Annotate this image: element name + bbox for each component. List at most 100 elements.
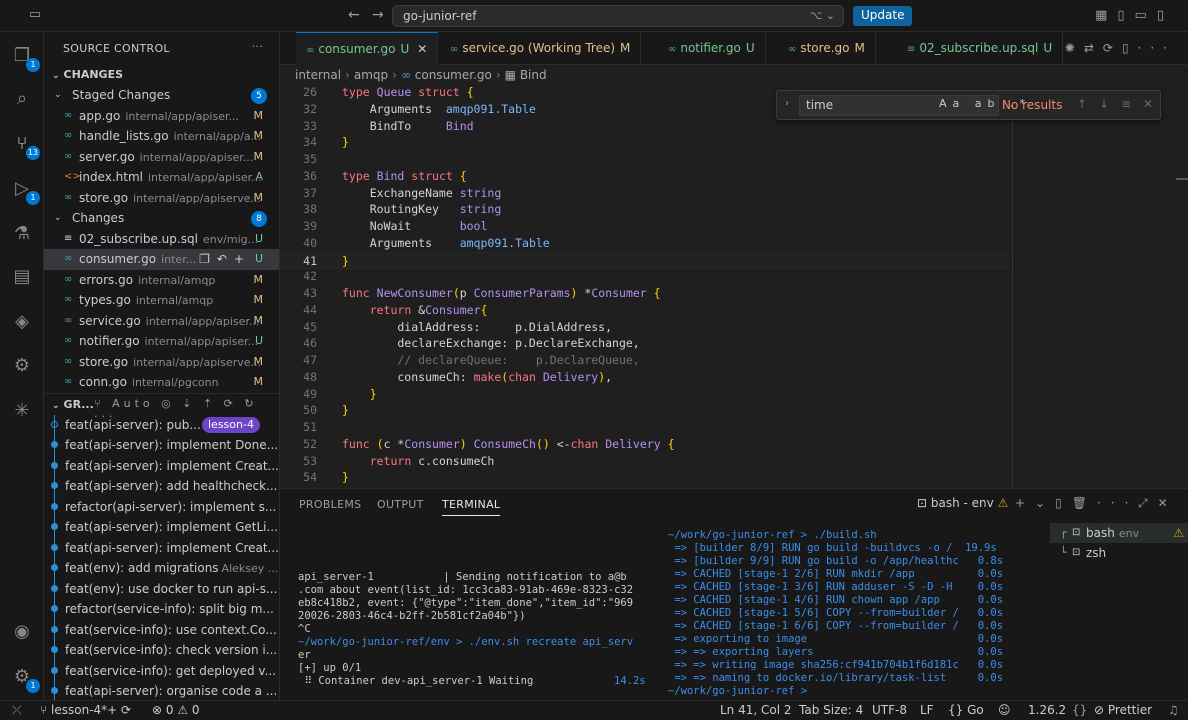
notifications-bell-icon[interactable]: ♫	[1168, 703, 1179, 717]
line-source: // declareQueue: p.DeclareQueue,	[342, 353, 640, 367]
panel-tab-terminal[interactable]: TERMINAL	[442, 498, 501, 516]
file-row[interactable]: ∞ handle_lists.go internal/app/a... M	[44, 126, 279, 147]
command-center-search[interactable]: go-junior-ref ⌥ ⌄	[392, 5, 844, 27]
find-navigation-icons[interactable]: ↑↓≡✕	[1077, 97, 1165, 111]
panel-tab-problems[interactable]: PROBLEMS	[299, 498, 361, 511]
file-row[interactable]: ∞ consumer.go inter... ❐↶+ U	[44, 249, 279, 270]
more-actions-icon[interactable]: ···	[252, 40, 263, 53]
file-row[interactable]: ∞ app.go internal/app/apiser... M	[44, 106, 279, 127]
back-arrow-icon[interactable]: ←	[348, 7, 360, 23]
settings-gear-icon[interactable]: ⚙ 1	[10, 665, 40, 693]
commit-dot-icon	[51, 420, 58, 428]
panel-window-controls[interactable]: ⤢✕	[1138, 496, 1178, 511]
python-icon[interactable]: ⚙	[10, 354, 34, 378]
commit-dot-icon	[51, 482, 58, 489]
row-actions[interactable]: ❐↶+	[199, 249, 251, 269]
commit-row[interactable]: feat(service-info): use context.Co...	[44, 619, 279, 640]
file-row[interactable]: ∞ service.go internal/app/apiser... M	[44, 311, 279, 332]
terminal-right[interactable]: ~/work/go-junior-ref > ./build.sh => [bu…	[668, 529, 1028, 701]
file-row[interactable]: ∞ store.go internal/app/apiserve... M	[44, 188, 279, 209]
file-row[interactable]: ∞ errors.go internal/amqp M	[44, 270, 279, 291]
copilot-status-icon[interactable]: ☺	[998, 703, 1011, 717]
commit-row[interactable]: feat(api-server): organise code a ...	[44, 681, 279, 700]
layout-controls[interactable]: ▦▯▭▯	[1095, 8, 1174, 23]
commit-row[interactable]: feat(api-server): add healthcheck...	[44, 476, 279, 497]
end-of-line[interactable]: LF	[920, 703, 934, 717]
editor-tab[interactable]: ≡ 02_subscribe.up.sql U	[897, 32, 1064, 65]
language-mode[interactable]: {} Go	[948, 703, 984, 717]
commit-row[interactable]: feat(service-info): get deployed v...	[44, 660, 279, 681]
copilot-activity-icon[interactable]: ✳	[10, 399, 34, 423]
commit-row[interactable]: feat(api-server): pub... lesson-4	[44, 414, 279, 435]
editor-tab[interactable]: ∞ notifier.go U	[658, 32, 766, 65]
editor-tab[interactable]: ∞ store.go M	[778, 32, 876, 65]
terminal-list-item[interactable]: ┌ ⊡ bash env ⚠	[1050, 523, 1188, 543]
file-status: U	[254, 334, 263, 347]
staged-changes-group[interactable]: ⌄ Staged Changes 5	[44, 85, 279, 106]
breadcrumb-item[interactable]: consumer.go	[415, 68, 492, 82]
branch-indicator[interactable]: ⑂ lesson-4*+ ⟳	[40, 703, 131, 717]
file-row[interactable]: ∞ server.go internal/app/apiser... M	[44, 147, 279, 168]
commit-row[interactable]: refactor(api-server): implement s...	[44, 496, 279, 517]
commit-row[interactable]: feat(api-server): implement Done...	[44, 435, 279, 456]
line-number: 51	[303, 420, 317, 434]
commit-row[interactable]: feat(service-info): check version i...	[44, 640, 279, 661]
account-icon[interactable]: ◉	[10, 620, 34, 644]
commit-row[interactable]: feat(env): add migrations Aleksey ...	[44, 558, 279, 579]
commit-row[interactable]: feat(api-server): implement GetLi...	[44, 517, 279, 538]
tab-size[interactable]: Tab Size: 4	[799, 703, 863, 717]
file-row[interactable]: ∞ notifier.go internal/app/apiser... U	[44, 331, 279, 352]
cursor-position[interactable]: Ln 41, Col 2	[720, 703, 792, 717]
chevron-right-icon[interactable]: ›	[785, 98, 789, 109]
file-path: internal/amqp	[138, 273, 216, 287]
remote-explorer-icon[interactable]: ▤	[10, 265, 34, 289]
terminal-left[interactable]: api_server-1 | Sending notification to a…	[298, 571, 648, 701]
file-name: notifier.go internal/app/apiser...	[79, 331, 258, 352]
scrollbar[interactable]	[1176, 178, 1188, 180]
line-source: func (c *Consumer) ConsumeCh() <-chan De…	[342, 436, 675, 451]
graph-section-header[interactable]: ⌄ GR... ⑂ Auto ◎ ⇣ ⇡ ⟳ ↻ ···	[44, 392, 279, 423]
explorer-icon[interactable]: ❐ 1	[10, 44, 40, 72]
docker-icon[interactable]: ◈	[10, 310, 34, 334]
file-row[interactable]: ∞ types.go internal/amqp M	[44, 290, 279, 311]
go-version[interactable]: 1.26.2	[1028, 703, 1066, 717]
close-icon[interactable]: ✕	[417, 42, 427, 56]
update-button[interactable]: Update	[853, 6, 913, 26]
run-debug-icon[interactable]: ▷ 1	[10, 177, 40, 205]
changes-section-header[interactable]: ⌄ CHANGES	[44, 65, 279, 85]
terminal-list-item[interactable]: └ ⊡ zsh	[1050, 543, 1188, 563]
commit-row[interactable]: refactor(service-info): split big m...	[44, 599, 279, 620]
panel-actions[interactable]: +⌄▯🗑···	[1015, 496, 1138, 510]
sidebar-toggle-icon[interactable]: ▭	[24, 7, 46, 25]
terminal-selector[interactable]: ⊡ bash - env ⚠	[917, 496, 1008, 510]
forward-arrow-icon[interactable]: →	[372, 7, 384, 23]
prettier-status[interactable]: ⊘ Prettier	[1094, 703, 1152, 717]
file-status: A	[255, 170, 263, 183]
file-row[interactable]: ∞ store.go internal/app/apiserve... M	[44, 352, 279, 373]
editor-tab[interactable]: ∞ consumer.go U ✕	[296, 32, 439, 65]
editor-tab[interactable]: ∞ service.go (Working Tree) M	[440, 32, 642, 65]
commit-row[interactable]: feat(env): use docker to run api-s...	[44, 578, 279, 599]
breadcrumb-item[interactable]: amqp	[354, 68, 388, 82]
breadcrumb-item[interactable]: internal	[295, 68, 341, 82]
commit-graph-list: feat(api-server): pub... lesson-4 feat(api…	[44, 414, 279, 700]
breadcrumb-item[interactable]: Bind	[520, 68, 547, 82]
changes-group[interactable]: ⌄ Changes 8	[44, 208, 279, 229]
testing-icon[interactable]: ⚗	[10, 222, 34, 246]
problems-indicator[interactable]: ⊗ 0 ⚠ 0	[152, 703, 200, 717]
remote-icon[interactable]: ⤫	[12, 703, 22, 718]
search-icon[interactable]: ⌕	[10, 87, 34, 111]
commit-row[interactable]: feat(api-server): implement Creat...	[44, 455, 279, 476]
editor-actions[interactable]: ✺⇄⟳▯···	[1065, 41, 1176, 55]
copilot-icon[interactable]: ⌥ ⌄	[810, 9, 835, 22]
commit-row[interactable]: feat(api-server): implement Creat...	[44, 537, 279, 558]
encoding[interactable]: UTF-8	[872, 703, 907, 717]
file-row[interactable]: ≡ 02_subscribe.up.sql env/mig... U	[44, 229, 279, 250]
line-source: return c.consumeCh	[369, 453, 495, 468]
panel-tab-output[interactable]: OUTPUT	[377, 498, 424, 511]
file-row[interactable]: ∞ conn.go internal/pgconn M	[44, 372, 279, 393]
source-control-icon[interactable]: ⑂ 13	[10, 132, 40, 160]
file-row[interactable]: <> index.html internal/app/apiser... A	[44, 167, 279, 188]
line-number: 52	[303, 436, 317, 451]
go-file-icon: ∞	[64, 253, 73, 264]
